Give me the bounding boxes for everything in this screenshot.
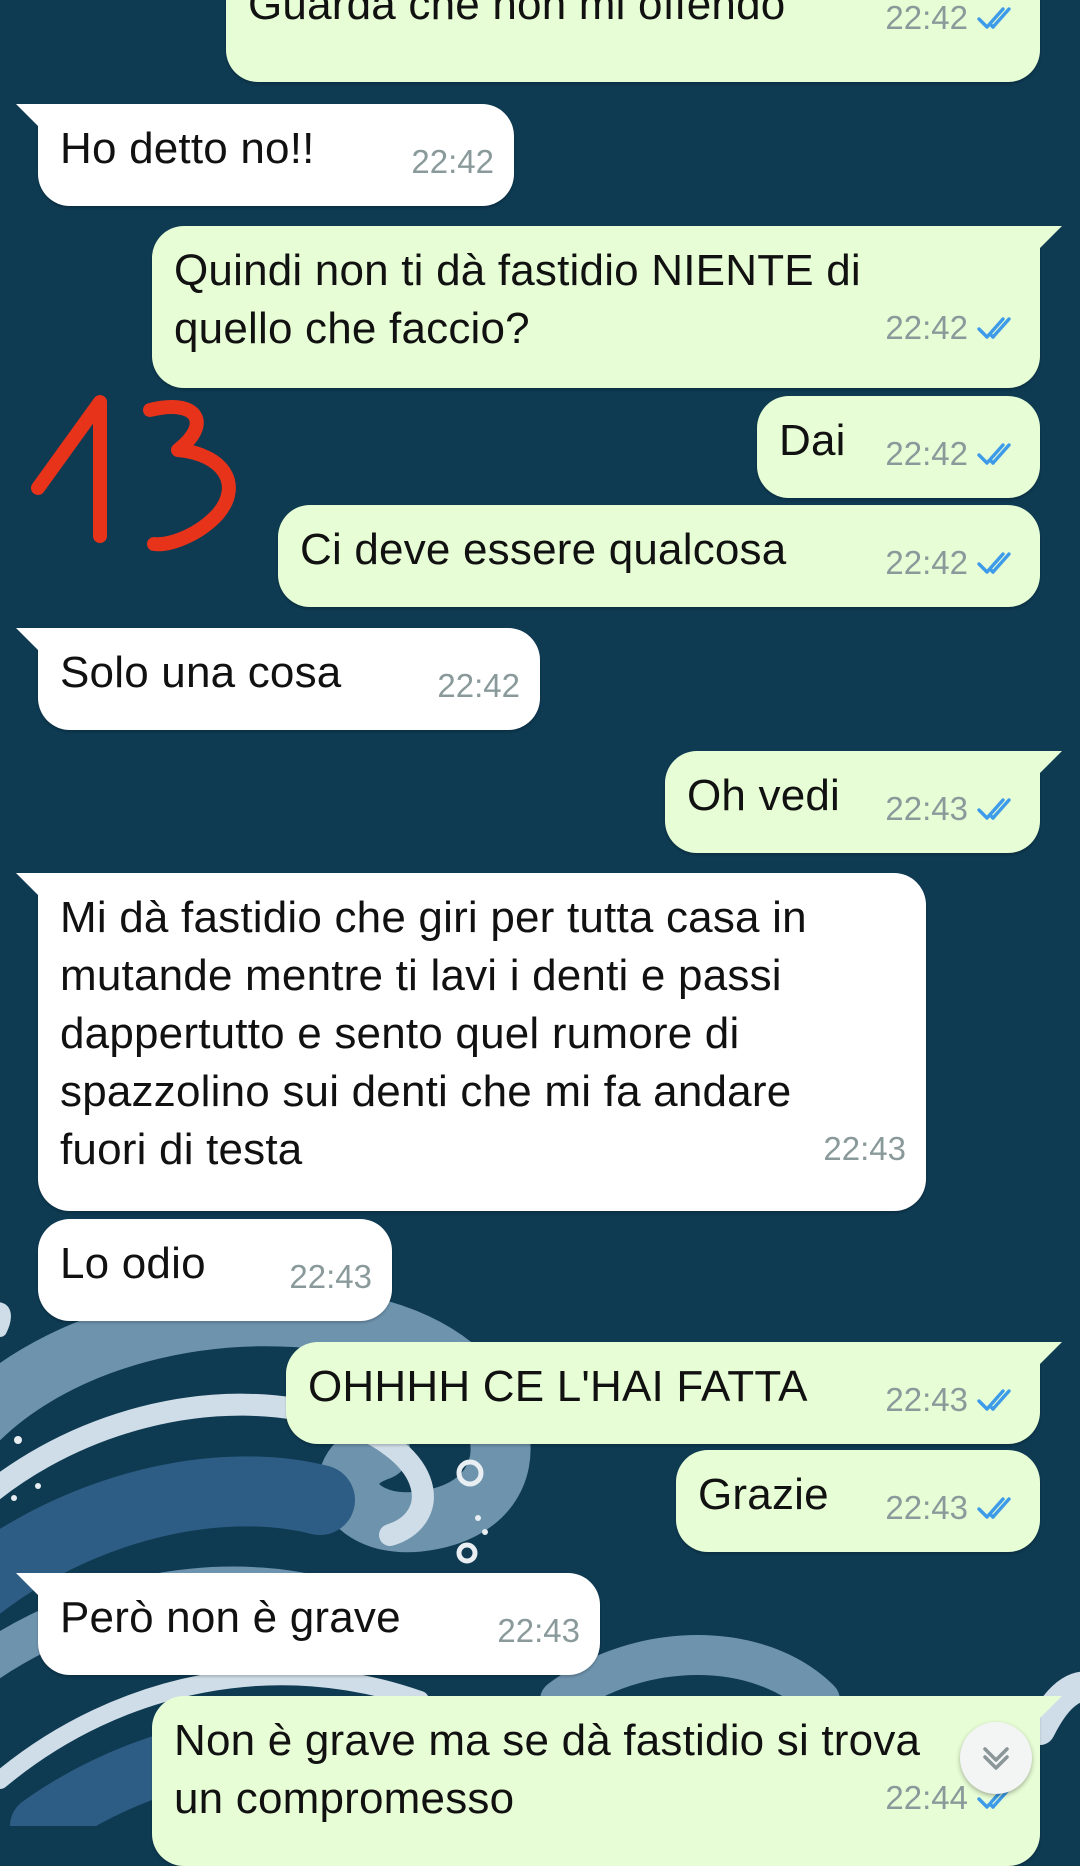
message-meta: 22:43 bbox=[885, 1488, 1020, 1528]
message-meta: 22:42 bbox=[411, 142, 494, 182]
outgoing-message-bubble[interactable]: Oh vedi 22:43 bbox=[665, 751, 1062, 853]
handwritten-annotation-13 bbox=[31, 395, 236, 552]
outgoing-message-bubble[interactable]: OHHHH CE L'HAI FATTA 22:43 bbox=[286, 1342, 1062, 1444]
double-check-icon bbox=[977, 1497, 1011, 1519]
message-text: Solo una cosa bbox=[60, 648, 342, 697]
message-text: Quindi non ti dà fastidio NIENTE di quel… bbox=[174, 246, 861, 353]
outgoing-message-bubble[interactable]: Grazie 22:43 bbox=[676, 1450, 1040, 1552]
double-check-icon bbox=[977, 552, 1011, 574]
message-timestamp: 22:43 bbox=[497, 1612, 580, 1649]
incoming-message-bubble[interactable]: Mi dà fastidio che giri per tutta casa i… bbox=[16, 873, 926, 1211]
double-check-icon bbox=[977, 1389, 1011, 1411]
message-meta: 22:43 bbox=[497, 1611, 580, 1651]
incoming-message-bubble[interactable]: Solo una cosa 22:42 bbox=[16, 628, 540, 730]
incoming-message-bubble[interactable]: Però non è grave 22:43 bbox=[16, 1573, 600, 1675]
double-check-icon bbox=[977, 443, 1011, 465]
outgoing-message-bubble[interactable]: Guarda che non mi offendo 22:42 bbox=[226, 0, 1040, 82]
message-timestamp: 22:42 bbox=[885, 435, 968, 472]
message-timestamp: 22:44 bbox=[885, 1779, 968, 1816]
outgoing-message-bubble[interactable]: Dai 22:42 bbox=[757, 396, 1040, 498]
message-timestamp: 22:42 bbox=[885, 0, 968, 36]
message-meta: 22:42 bbox=[885, 0, 1020, 38]
double-check-icon bbox=[977, 798, 1011, 820]
message-text: Però non è grave bbox=[60, 1593, 401, 1642]
message-text: Oh vedi bbox=[687, 771, 841, 820]
message-text: Non è grave ma se dà fastidio si trova u… bbox=[174, 1716, 921, 1823]
message-text: Grazie bbox=[698, 1470, 829, 1519]
message-text: OHHHH CE L'HAI FATTA bbox=[308, 1362, 808, 1411]
message-timestamp: 22:43 bbox=[289, 1258, 372, 1295]
message-timestamp: 22:42 bbox=[885, 309, 968, 346]
message-timestamp: 22:43 bbox=[885, 1381, 968, 1418]
outgoing-message-bubble[interactable]: Non è grave ma se dà fastidio si trova u… bbox=[152, 1696, 1062, 1866]
message-timestamp: 22:42 bbox=[437, 667, 520, 704]
outgoing-message-bubble[interactable]: Ci deve essere qualcosa 22:42 bbox=[278, 505, 1040, 607]
double-check-icon bbox=[977, 317, 1011, 339]
double-check-icon bbox=[977, 7, 1011, 29]
message-meta: 22:42 bbox=[885, 308, 1020, 348]
message-text: Guarda che non mi offendo bbox=[248, 0, 786, 29]
message-timestamp: 22:43 bbox=[885, 790, 968, 827]
message-text: Lo odio bbox=[60, 1239, 206, 1288]
message-meta: 22:42 bbox=[437, 666, 520, 706]
message-timestamp: 22:43 bbox=[823, 1130, 906, 1167]
chevron-down-icon bbox=[983, 1747, 1009, 1770]
message-timestamp: 22:43 bbox=[885, 1489, 968, 1526]
message-text: Ci deve essere qualcosa bbox=[300, 525, 787, 574]
incoming-message-bubble[interactable]: Ho detto no!! 22:42 bbox=[16, 104, 514, 206]
message-meta: 22:42 bbox=[885, 434, 1020, 474]
message-text: Dai bbox=[779, 416, 846, 465]
message-meta: 22:43 bbox=[289, 1257, 372, 1297]
message-timestamp: 22:42 bbox=[885, 544, 968, 581]
message-meta: 22:43 bbox=[823, 1129, 906, 1169]
outgoing-message-bubble[interactable]: Quindi non ti dà fastidio NIENTE di quel… bbox=[152, 226, 1062, 388]
message-timestamp: 22:42 bbox=[411, 143, 494, 180]
scroll-to-bottom-button[interactable] bbox=[960, 1722, 1032, 1794]
message-text: Ho detto no!! bbox=[60, 124, 315, 173]
message-meta: 22:43 bbox=[885, 1380, 1020, 1420]
message-meta: 22:42 bbox=[885, 543, 1020, 583]
message-text: Mi dà fastidio che giri per tutta casa i… bbox=[60, 893, 807, 1174]
incoming-message-bubble[interactable]: Lo odio 22:43 bbox=[38, 1219, 392, 1321]
message-meta: 22:43 bbox=[885, 789, 1020, 829]
